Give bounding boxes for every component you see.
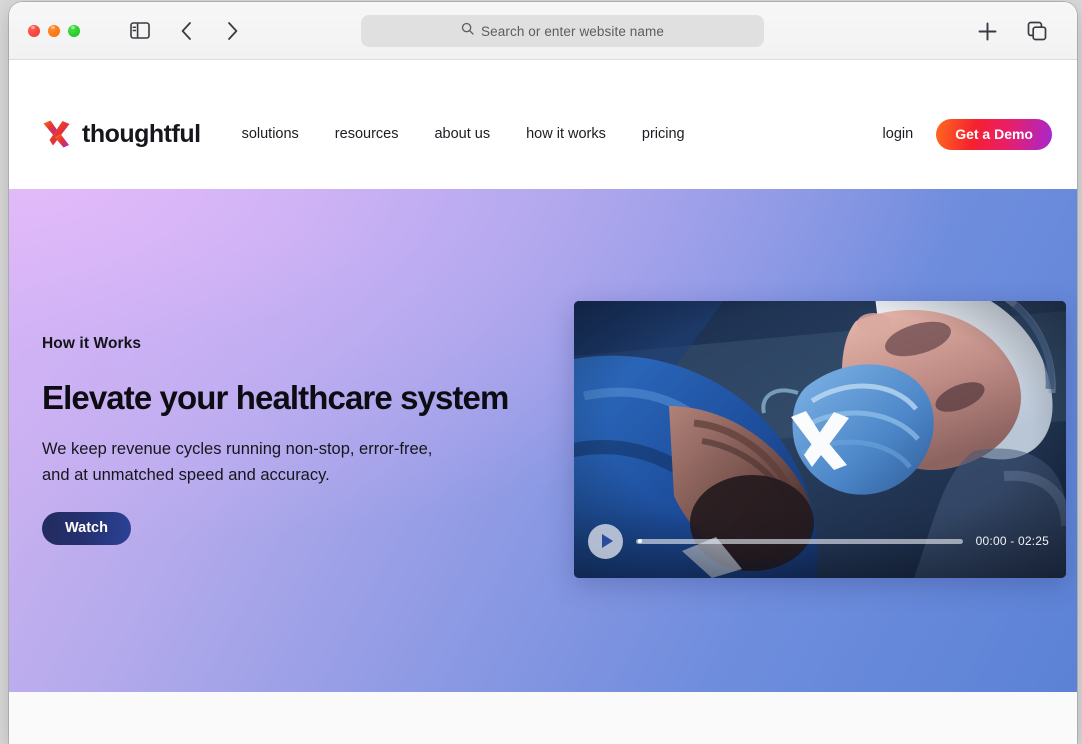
hero-copy: How it Works Elevate your healthcare sys… [42,335,512,545]
video-progress-bar[interactable] [636,538,963,544]
hero-eyebrow: How it Works [42,335,142,352]
video-controls: 00:00 - 02:25 [574,504,1066,578]
toolbar-nav-icons [127,18,245,44]
login-link[interactable]: login [883,126,914,142]
main-nav: solutions resources about us how it work… [242,126,685,142]
page-viewport: thoughtful solutions resources about us … [9,60,1077,744]
close-window-button[interactable] [28,24,40,37]
site-header: thoughtful solutions resources about us … [9,60,1077,189]
search-icon [461,22,474,40]
thoughtful-x-logo [42,120,72,148]
address-bar[interactable]: Search or enter website name [361,15,764,47]
minimize-window-button[interactable] [48,24,60,37]
nav-item-solutions[interactable]: solutions [242,126,299,142]
get-a-demo-button[interactable]: Get a Demo [936,118,1052,150]
hero-subtitle: We keep revenue cycles running non-stop,… [42,440,433,484]
copy-tabs-icon[interactable] [1024,18,1050,44]
hero-video-player[interactable]: 00:00 - 02:25 [574,301,1066,578]
sidebar-toggle-icon[interactable] [127,18,153,44]
traffic-lights [28,24,80,37]
chevron-left-icon[interactable] [173,18,199,44]
brand-name: thoughtful [82,119,201,148]
header-actions: login Get a Demo [883,118,1052,150]
nav-item-pricing[interactable]: pricing [642,126,685,142]
chevron-right-icon[interactable] [219,18,245,44]
address-bar-placeholder: Search or enter website name [481,23,664,39]
plus-icon[interactable] [974,18,1000,44]
nav-item-how-it-works[interactable]: how it works [526,126,606,142]
video-time-label: 00:00 - 02:25 [975,534,1049,548]
video-progress-knob[interactable] [638,539,642,543]
browser-window: Search or enter website name thoughtful … [9,2,1077,744]
zoom-window-button[interactable] [68,24,80,37]
nav-item-about-us[interactable]: about us [434,126,490,142]
thoughtful-x-watermark [787,409,853,471]
address-bar-container: Search or enter website name [361,15,764,47]
play-icon[interactable] [588,523,623,559]
brand-logo[interactable]: thoughtful [42,120,201,149]
nav-item-resources[interactable]: resources [335,126,399,142]
hero-section: How it Works Elevate your healthcare sys… [9,189,1077,692]
browser-toolbar: Search or enter website name [9,2,1077,60]
hero-title: Elevate your healthcare system [42,379,509,416]
below-fold-strip [9,692,1077,744]
toolbar-right-actions [974,2,1050,60]
watch-button[interactable]: Watch [42,511,131,545]
